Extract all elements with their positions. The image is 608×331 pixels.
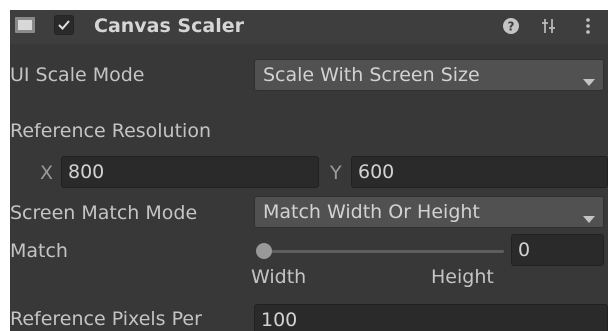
- match-min-label: Width: [251, 266, 307, 288]
- component-enabled-checkbox[interactable]: [54, 15, 74, 35]
- ui-scale-mode-label: UI Scale Mode: [10, 64, 145, 86]
- canvas-scaler-inspector: Canvas Scaler ? UI Scale Mode Scale With…: [10, 10, 608, 331]
- checkmark-icon: [58, 20, 70, 30]
- reference-resolution-y-value: 600: [358, 161, 395, 183]
- svg-text:?: ?: [508, 20, 515, 34]
- match-slider-track[interactable]: [260, 250, 504, 253]
- match-max-label: Height: [431, 266, 494, 288]
- reference-resolution-y-field[interactable]: 600: [351, 156, 608, 188]
- reference-resolution-label: Reference Resolution: [10, 120, 211, 142]
- help-icon[interactable]: ?: [502, 17, 520, 39]
- reference-resolution-x-value: 800: [68, 161, 105, 183]
- match-slider-thumb[interactable]: [256, 243, 272, 259]
- component-title: Canvas Scaler: [94, 15, 244, 37]
- reference-pixels-per-unit-label: Reference Pixels Per: [10, 308, 202, 330]
- kebab-menu-icon[interactable]: [584, 17, 592, 39]
- screen-match-mode-value: Match Width Or Height: [263, 201, 480, 223]
- presets-icon[interactable]: [540, 17, 558, 39]
- canvas-scaler-component-icon: [14, 16, 36, 34]
- match-value: 0: [518, 239, 531, 261]
- reference-pixels-per-unit-value: 100: [261, 309, 298, 331]
- screen-match-mode-dropdown[interactable]: Match Width Or Height: [254, 196, 604, 228]
- ui-scale-mode-value: Scale With Screen Size: [263, 64, 480, 86]
- dropdown-arrow-icon: [583, 72, 595, 91]
- screen-match-mode-label: Screen Match Mode: [10, 202, 198, 224]
- ui-scale-mode-dropdown[interactable]: Scale With Screen Size: [254, 59, 604, 91]
- component-header[interactable]: Canvas Scaler ?: [10, 10, 608, 44]
- y-axis-label[interactable]: Y: [330, 160, 342, 186]
- match-value-field[interactable]: 0: [511, 234, 604, 266]
- reference-resolution-x-field[interactable]: 800: [61, 156, 319, 188]
- dropdown-arrow-icon: [583, 209, 595, 228]
- reference-pixels-per-unit-field[interactable]: 100: [254, 304, 608, 331]
- x-axis-label[interactable]: X: [40, 160, 53, 186]
- match-label: Match: [10, 240, 68, 262]
